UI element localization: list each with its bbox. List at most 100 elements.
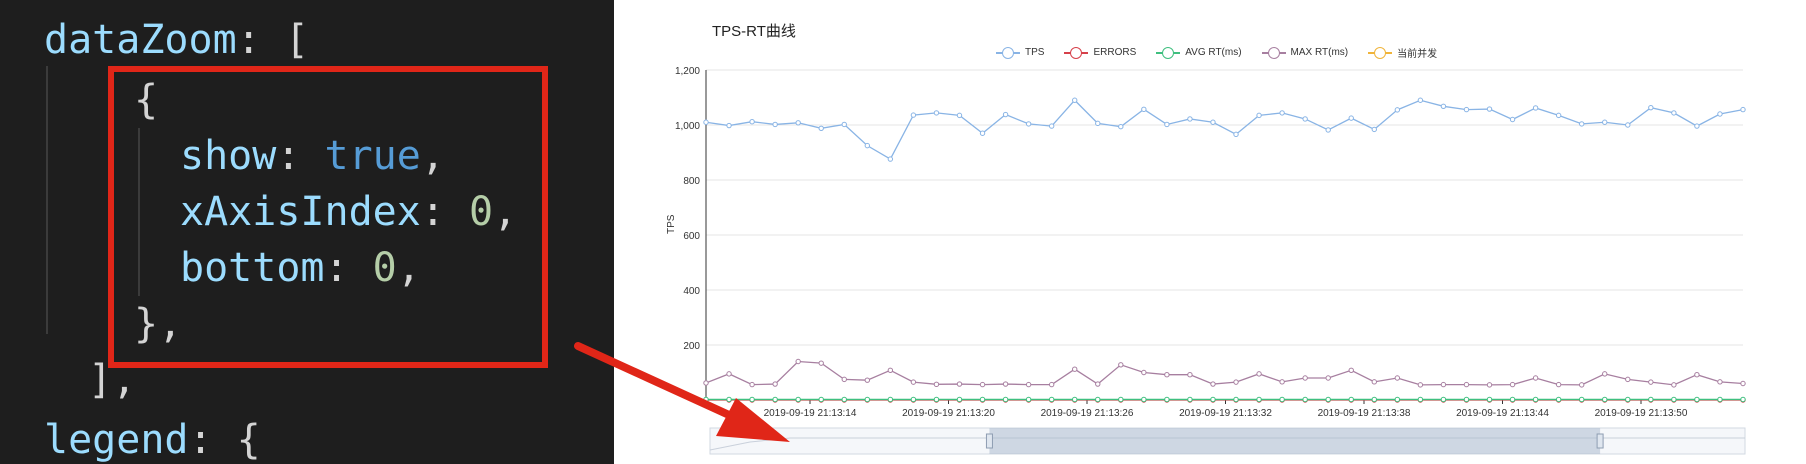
data-point [887,156,894,162]
data-point [1740,396,1746,403]
data-point [1256,371,1262,377]
data-point [749,119,755,125]
y-tick-label: 1,200 [675,66,700,77]
data-point [933,396,940,403]
data-point [1717,111,1723,117]
zoom-selection[interactable] [989,428,1601,454]
data-point [1302,375,1308,381]
data-point [772,121,778,128]
data-point [1486,396,1493,403]
data-point [1509,381,1516,388]
data-point [1463,396,1470,403]
data-point [1187,116,1193,122]
data-point [1118,123,1124,130]
data-point [910,379,917,385]
data-point [1233,131,1239,138]
data-point [841,121,847,128]
data-point [1694,396,1700,403]
data-point [795,396,801,403]
data-point [1648,104,1654,111]
data-point [1694,123,1700,129]
data-point [1279,379,1285,385]
data-point [749,396,755,403]
data-point [1417,97,1424,103]
y-tick-label: 1,000 [675,121,700,132]
data-point [1625,376,1631,383]
data-point [1187,372,1193,378]
data-point [979,130,986,136]
data-point [1578,396,1585,403]
data-point [887,367,894,373]
data-point [1279,110,1285,116]
data-point [1025,121,1032,127]
data-point [818,396,824,403]
data-point [1671,382,1677,388]
zoom-handle[interactable] [1596,433,1604,449]
data-point [1256,112,1262,119]
y-tick-label: 200 [683,341,700,352]
data-point [818,125,824,132]
data-point [726,122,732,129]
data-point [956,396,963,403]
x-tick-label: 2019-09-19 21:13:26 [1041,408,1134,419]
data-point [1440,396,1447,403]
data-point [1210,396,1216,403]
data-point [1118,362,1124,368]
data-point [1371,379,1377,385]
x-tick-label: 2019-09-19 21:13:50 [1595,408,1688,419]
data-point [1164,396,1170,403]
data-point [1118,396,1124,403]
data-point [1325,396,1331,403]
data-point [1371,396,1377,403]
data-point [1210,119,1216,125]
data-point [1210,381,1216,387]
data-point [864,396,871,403]
data-point [1578,121,1585,127]
data-point [979,396,986,403]
data-point [1463,381,1470,388]
data-point [1602,396,1608,403]
data-point [1325,127,1331,133]
data-point [1509,396,1516,403]
data-point [1648,396,1654,403]
data-point [1256,396,1262,403]
data-point [1532,105,1539,111]
data-point [1302,116,1308,122]
data-point [1072,97,1078,103]
data-point [956,381,963,387]
data-point [1348,396,1354,403]
chart-svg: 0 200 400 600 800 1,000 1,200 2019-09-19 21:13… [675,66,1746,455]
data-point [1394,396,1401,403]
data-point [1095,120,1101,127]
data-point [1233,379,1239,385]
y-tick-label: 800 [683,176,700,187]
data-point [1532,375,1539,381]
zoom-handle[interactable] [985,433,993,449]
data-point [1002,381,1009,387]
data-point [1348,367,1354,373]
data-point [1164,372,1170,378]
x-ticks: 2019-09-19 21:13:14 2019-09-19 21:13:20 20… [764,400,1688,419]
data-point [1486,106,1493,112]
data-point [1671,110,1677,116]
data-point [1671,396,1677,403]
data-point [818,360,824,366]
data-point [1555,396,1562,403]
data-point [979,381,986,388]
data-point [703,396,709,403]
data-point [1602,371,1608,377]
series-lines [703,97,1746,403]
data-point [1440,381,1447,388]
data-point [772,396,778,403]
data-point [1555,381,1562,388]
data-point [1348,115,1354,121]
data-point [841,376,847,383]
data-point [1740,106,1746,113]
x-tick-label: 2019-09-19 21:13:32 [1179,408,1272,419]
data-point [1486,382,1493,388]
y-ticks: 0 200 400 600 800 1,000 1,200 [675,66,700,407]
data-point [1095,381,1101,387]
data-point [1440,103,1447,110]
data-zoom-slider [709,427,1746,455]
data-point [1417,382,1424,388]
